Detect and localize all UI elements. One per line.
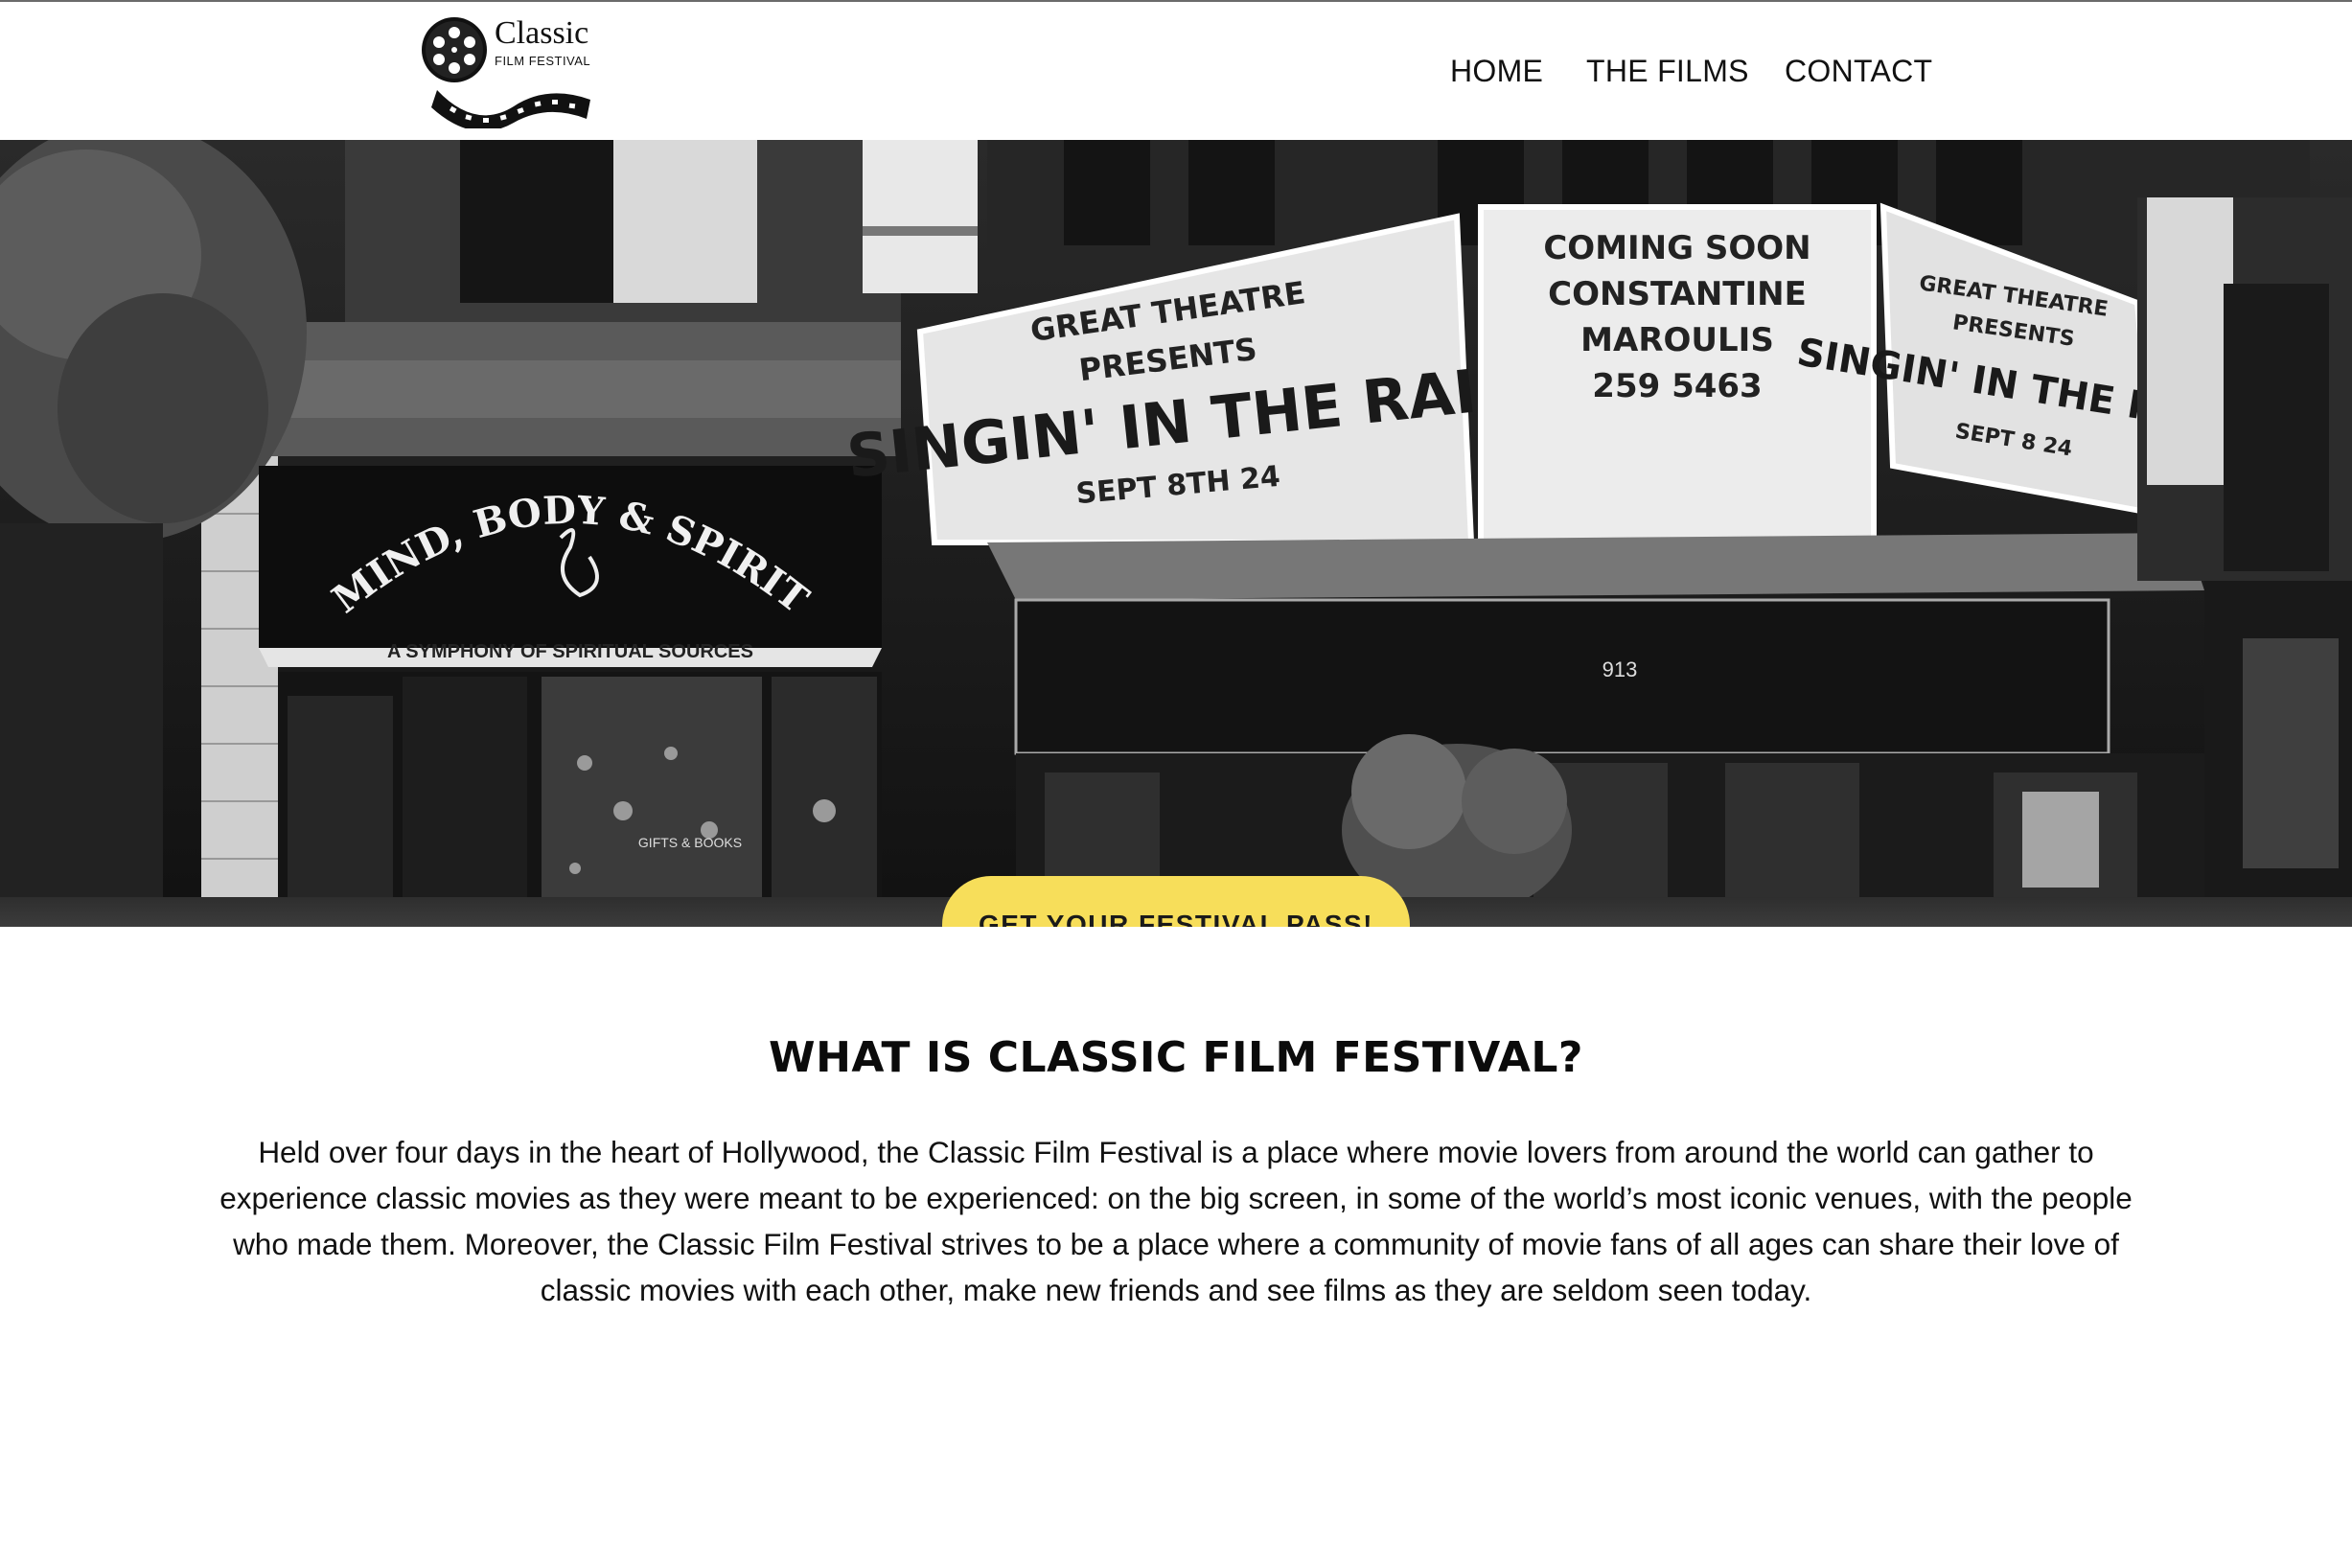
marquee-mid-line2: CONSTANTINE	[1548, 275, 1807, 313]
marquee-mid-line1: COMING SOON	[1543, 229, 1810, 267]
marquee-mid-line3: MAROULIS	[1580, 321, 1774, 359]
theatre-photo: A SYMPHONY OF SPIRITUAL SOURCES MIND, BO…	[0, 140, 2352, 927]
nav-contact[interactable]: CONTACT	[1785, 54, 1932, 89]
awning-subtitle: A SYMPHONY OF SPIRITUAL SOURCES	[387, 641, 753, 662]
door-number: 913	[1603, 657, 1638, 681]
logo-title: Classic	[495, 15, 589, 51]
festival-pass-button[interactable]: GET YOUR FESTIVAL PASS!	[942, 876, 1410, 927]
about-body: Held over four days in the heart of Holl…	[219, 1135, 2133, 1307]
nav-home[interactable]: HOME	[1450, 54, 1543, 89]
hero-banner: A SYMPHONY OF SPIRITUAL SOURCES MIND, BO…	[0, 140, 2352, 927]
about-title: WHAT IS CLASSIC FILM FESTIVAL?	[769, 1033, 1583, 1082]
marquee-mid-line4: 259 5463	[1592, 367, 1762, 405]
site-header: Classic FILM FESTIVAL HOME THE FILMS CON…	[0, 2, 2352, 140]
shop-window-sign: GIFTS & BOOKS	[638, 835, 742, 850]
site-logo[interactable]: Classic FILM FESTIVAL	[418, 15, 600, 131]
nav-the-films[interactable]: THE FILMS	[1586, 54, 1749, 89]
logo-subtitle: FILM FESTIVAL	[495, 54, 591, 68]
